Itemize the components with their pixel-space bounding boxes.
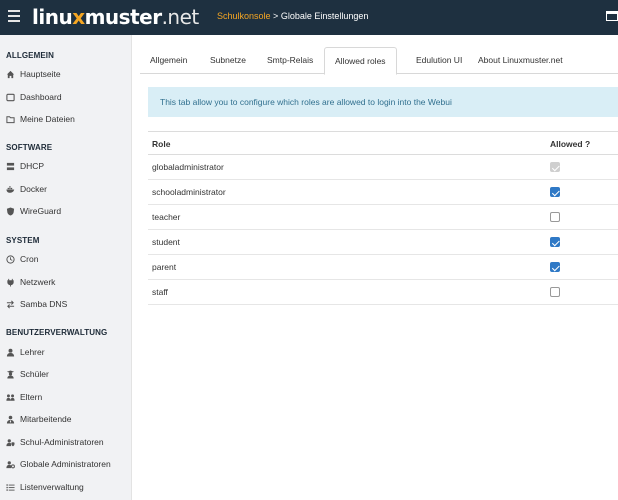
sidebar-item-listenverwaltung[interactable]: Listenverwaltung	[0, 478, 131, 496]
tab-subnetze[interactable]: Subnetze	[200, 47, 256, 74]
role-name: globaladministrator	[152, 162, 224, 172]
role-name: teacher	[152, 212, 181, 222]
plug-icon	[6, 278, 15, 287]
home-icon	[6, 70, 15, 79]
sidebar-item-docker[interactable]: Docker	[0, 180, 131, 198]
top-bar: linuxmuster.net Schulkonsole > Globale E…	[0, 0, 618, 35]
roles-table: Role Allowed ? globaladministrator schoo…	[148, 131, 618, 305]
sidebar-item-mitarbeitende[interactable]: Mitarbeitende	[0, 410, 131, 428]
role-name: schooladministrator	[152, 187, 226, 197]
users-icon	[6, 393, 15, 402]
table-row: parent	[148, 255, 618, 280]
column-header-role: Role	[152, 139, 171, 149]
docker-icon	[6, 185, 15, 194]
allowed-checkbox	[550, 162, 560, 172]
user-shield-icon	[6, 438, 15, 447]
main-content: Allgemein Subnetze Smtp-Relais Allowed r…	[132, 35, 618, 500]
table-row: globaladministrator	[148, 155, 618, 180]
sidebar-item-dashboard[interactable]: Dashboard	[0, 88, 131, 106]
sidebar-item-globale-administratoren[interactable]: Globale Administratoren	[0, 455, 131, 473]
section-title-software: SOFTWARE	[6, 143, 53, 152]
table-row: schooladministrator	[148, 180, 618, 205]
section-title-benutzerverwaltung: BENUTZERVERWALTUNG	[6, 328, 108, 337]
tab-bar: Allgemein Subnetze Smtp-Relais Allowed r…	[140, 47, 618, 75]
user-graduate-icon	[6, 369, 15, 379]
folder-icon	[6, 115, 15, 124]
tab-edulution-ui[interactable]: Edulution UI	[406, 47, 472, 74]
clock-icon	[6, 254, 15, 264]
breadcrumb-current: Globale Einstellungen	[280, 11, 369, 21]
tab-smtp-relais[interactable]: Smtp-Relais	[257, 47, 323, 74]
sidebar-item-netzwerk[interactable]: Netzwerk	[0, 273, 131, 291]
network-icon	[6, 162, 15, 171]
window-icon[interactable]	[606, 11, 618, 21]
section-title-allgemein: ALLGEMEIN	[6, 51, 55, 60]
sidebar-item-hauptseite[interactable]: Hauptseite	[0, 65, 131, 83]
table-row: staff	[148, 280, 618, 305]
sidebar-item-cron[interactable]: Cron	[0, 250, 131, 268]
allowed-checkbox[interactable]	[550, 287, 560, 297]
dashboard-icon	[6, 93, 15, 102]
sidebar-item-wireguard[interactable]: WireGuard	[0, 202, 131, 220]
role-name: staff	[152, 287, 168, 297]
allowed-checkbox[interactable]	[550, 262, 560, 272]
table-row: teacher	[148, 205, 618, 230]
sidebar-item-dhcp[interactable]: DHCP	[0, 157, 131, 175]
user-icon	[6, 348, 15, 357]
allowed-checkbox[interactable]	[550, 237, 560, 247]
allowed-checkbox[interactable]	[550, 187, 560, 197]
logo[interactable]: linuxmuster.net	[32, 2, 199, 32]
list-icon	[6, 483, 15, 492]
sidebar-item-meine-dateien[interactable]: Meine Dateien	[0, 110, 131, 128]
exchange-icon	[6, 300, 15, 309]
breadcrumb: Schulkonsole > Globale Einstellungen	[217, 11, 369, 21]
shield-icon	[6, 206, 15, 216]
tab-about-linuxmuster[interactable]: About Linuxmuster.net	[468, 47, 573, 74]
table-row: student	[148, 230, 618, 255]
sidebar-item-lehrer[interactable]: Lehrer	[0, 343, 131, 361]
section-title-system: SYSTEM	[6, 236, 40, 245]
role-name: student	[152, 237, 180, 247]
allowed-checkbox[interactable]	[550, 212, 560, 222]
column-header-allowed: Allowed ?	[550, 139, 591, 149]
menu-icon[interactable]	[8, 10, 20, 22]
user-tie-icon	[6, 415, 15, 424]
sidebar-item-samba-dns[interactable]: Samba DNS	[0, 295, 131, 313]
user-cog-icon	[6, 460, 15, 469]
sidebar: ALLGEMEIN Hauptseite Dashboard Meine Dat…	[0, 35, 132, 500]
tab-allgemein[interactable]: Allgemein	[140, 47, 197, 74]
table-header: Role Allowed ?	[148, 131, 618, 155]
tab-allowed-roles[interactable]: Allowed roles	[324, 47, 397, 75]
role-name: parent	[152, 262, 177, 272]
sidebar-item-schueler[interactable]: Schüler	[0, 365, 131, 383]
sidebar-item-schul-administratoren[interactable]: Schul-Administratoren	[0, 433, 131, 451]
breadcrumb-link[interactable]: Schulkonsole	[217, 11, 271, 21]
info-alert: This tab allow you to configure which ro…	[148, 87, 618, 117]
sidebar-item-eltern[interactable]: Eltern	[0, 388, 131, 406]
